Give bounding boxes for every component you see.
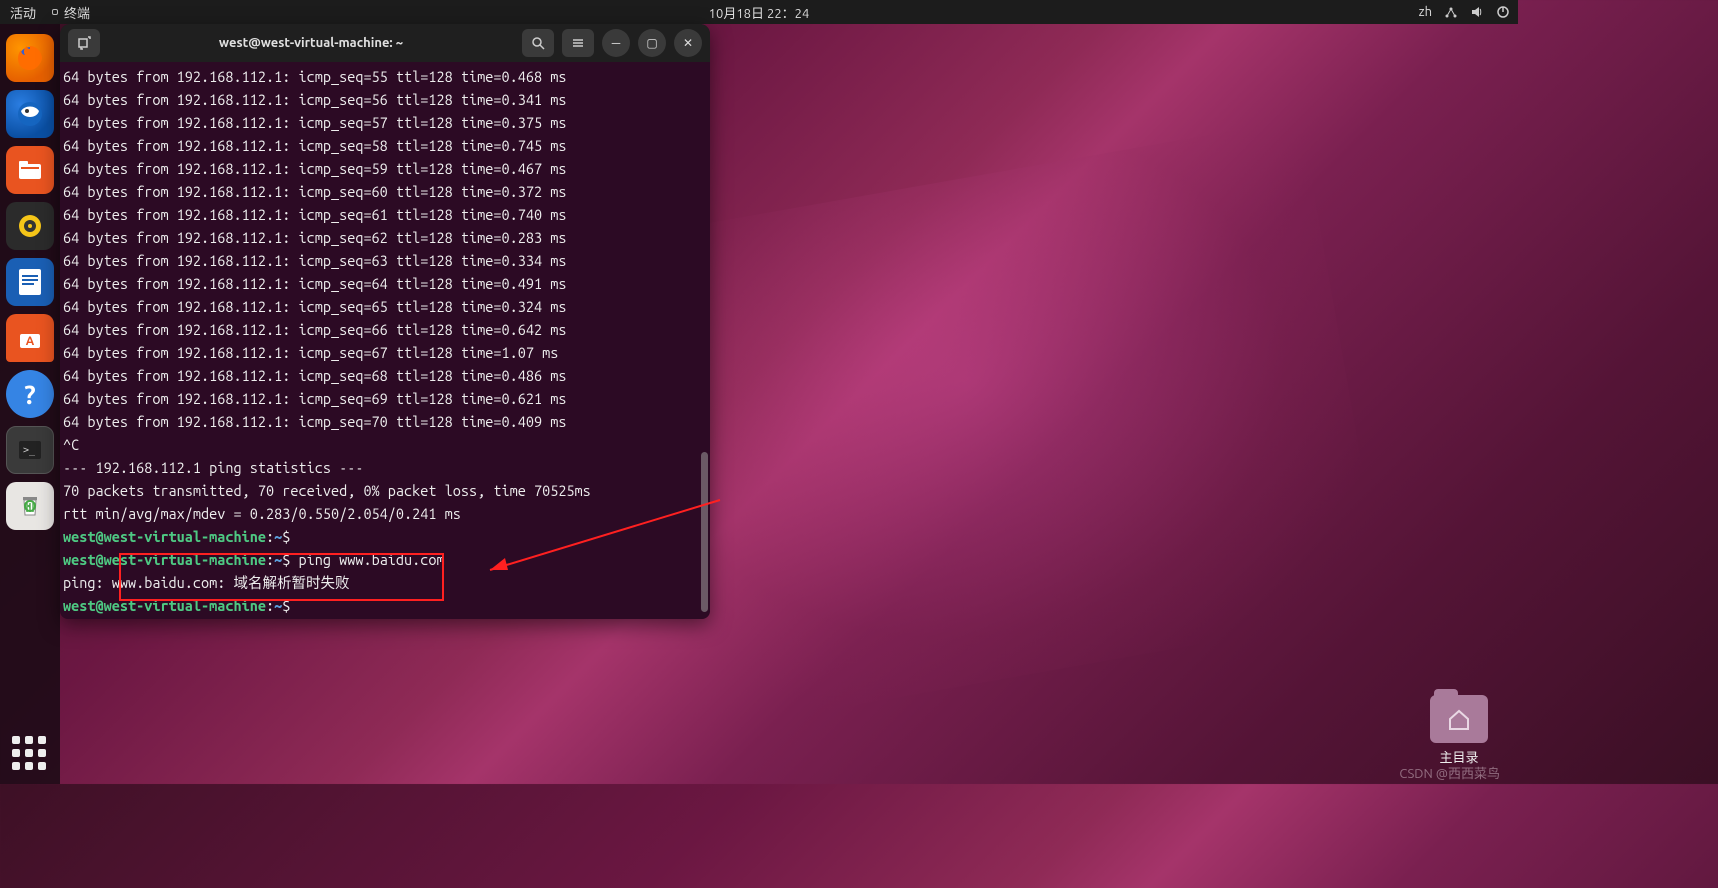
terminal-output-area[interactable]: 64 bytes from 192.168.112.1: icmp_seq=55…: [60, 62, 710, 619]
top-bar: 活动 终端 10月18日 22：24 zh: [0, 0, 1518, 24]
folder-icon: [1430, 695, 1488, 743]
input-language-indicator[interactable]: zh: [1419, 5, 1432, 19]
maximize-button[interactable]: ▢: [638, 29, 666, 57]
new-tab-button[interactable]: [68, 29, 100, 57]
terminal-scrollbar[interactable]: [701, 452, 708, 612]
active-app-indicator[interactable]: 终端: [46, 1, 96, 24]
network-icon[interactable]: [1444, 5, 1458, 19]
show-applications-button[interactable]: [12, 736, 46, 770]
terminal-title: west@west-virtual-machine: ~: [108, 36, 514, 50]
terminal-window: west@west-virtual-machine: ~ ─ ▢ ✕ 64 by…: [60, 24, 710, 619]
close-button[interactable]: ✕: [674, 29, 702, 57]
active-app-label: 终端: [64, 3, 90, 22]
power-icon[interactable]: [1496, 5, 1510, 19]
activities-button[interactable]: 活动: [10, 3, 36, 22]
dock-ubuntu-software[interactable]: A: [6, 314, 54, 362]
watermark-text: CSDN @西西菜鸟: [1399, 763, 1500, 782]
svg-text:A: A: [26, 335, 35, 348]
clock[interactable]: 10月18日 22：24: [709, 3, 810, 22]
dock-help[interactable]: ?: [6, 370, 54, 418]
minimize-button[interactable]: ─: [602, 29, 630, 57]
dock-thunderbird[interactable]: [6, 90, 54, 138]
home-icon: [1446, 706, 1472, 732]
dock: A ? >_: [0, 24, 60, 784]
hamburger-menu-button[interactable]: [562, 29, 594, 57]
dock-firefox[interactable]: [6, 34, 54, 82]
dock-trash[interactable]: [6, 482, 54, 530]
desktop-home-folder[interactable]: 主目录: [1430, 695, 1488, 766]
search-button[interactable]: [522, 29, 554, 57]
dock-terminal[interactable]: >_: [6, 426, 54, 474]
volume-icon[interactable]: [1470, 5, 1484, 19]
dock-rhythmbox[interactable]: [6, 202, 54, 250]
terminal-mini-icon: [52, 9, 58, 15]
svg-text:>_: >_: [23, 445, 36, 456]
dock-libreoffice-writer[interactable]: [6, 258, 54, 306]
terminal-titlebar: west@west-virtual-machine: ~ ─ ▢ ✕: [60, 24, 710, 62]
dock-files[interactable]: [6, 146, 54, 194]
